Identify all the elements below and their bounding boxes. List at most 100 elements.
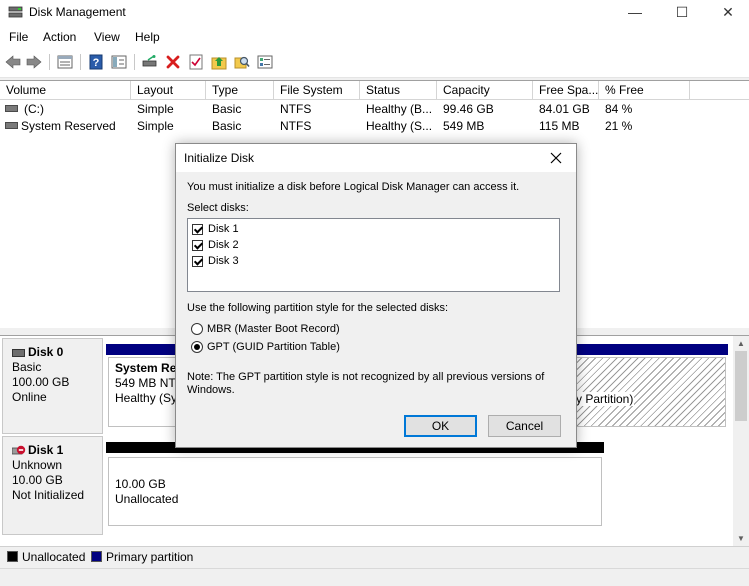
initialize-disk-dialog: Initialize Disk You must initialize a di… [175,143,577,448]
mbr-radio[interactable] [191,323,203,335]
scroll-up-icon[interactable]: ▲ [733,336,749,351]
disk-map-scrollbar[interactable]: ▲ ▼ [733,336,749,546]
column-header-free-space[interactable]: Free Spa... [533,81,599,100]
unallocated-swatch [7,551,18,562]
column-header-type[interactable]: Type [206,81,274,100]
disk-0-name: Disk 0 [28,345,64,359]
minimize-button[interactable]: — [612,0,658,26]
svg-text:?: ? [93,57,100,69]
cell-type: Basic [212,102,242,116]
checklist-icon[interactable] [187,53,205,71]
cancel-button[interactable]: Cancel [488,415,561,437]
gpt-radio-row[interactable]: GPT (GUID Partition Table) [191,339,340,355]
dialog-intro-text: You must initialize a disk before Logica… [187,181,520,193]
cell-status: Healthy (B... [366,102,433,116]
menu-bar: File Action View Help [0,26,749,48]
scroll-thumb[interactable] [735,351,747,421]
gpt-radio[interactable] [191,341,203,353]
disk-1-size: 10.00 GB [12,473,63,487]
partition-name: System Res [115,361,183,375]
disk-2-checkbox-row[interactable]: Disk 2 [192,237,239,253]
gpt-note-line-2: Windows. [187,384,235,396]
column-header-capacity[interactable]: Capacity [437,81,533,100]
scroll-down-icon[interactable]: ▼ [733,531,749,546]
menu-file[interactable]: File [9,30,28,44]
gpt-label: GPT (GUID Partition Table) [207,341,340,353]
disk-select-list: Disk 1 Disk 2 Disk 3 [187,218,560,292]
disk-3-checkbox-row[interactable]: Disk 3 [192,253,239,269]
title-bar: Disk Management — ☐ ✕ [0,0,749,26]
column-header-layout[interactable]: Layout [131,81,206,100]
column-header-file-system[interactable]: File System [274,81,360,100]
cell-layout: Simple [137,119,174,133]
window-title: Disk Management [29,5,126,19]
checkbox-checked[interactable] [192,239,203,251]
menu-action[interactable]: Action [43,30,76,44]
disk-management-icon [8,5,23,19]
cell-file-system: NTFS [280,102,312,116]
mbr-radio-row[interactable]: MBR (Master Boot Record) [191,321,340,337]
legend-unallocated: Unallocated [22,550,86,564]
disk-not-initialized-icon [11,445,26,457]
checkbox-checked[interactable] [192,223,203,235]
disk-1-checkbox-row[interactable]: Disk 1 [192,221,239,237]
unallocated-status: Unallocated [115,492,179,506]
primary-partition-swatch [91,551,102,562]
dialog-close-button[interactable] [544,147,568,169]
partition-style-label: Use the following partition style for th… [187,302,449,314]
disk-0-label[interactable]: Disk 0 Basic 100.00 GB Online [2,338,103,434]
unallocated-space[interactable]: 10.00 GB Unallocated [108,457,602,526]
connect-disk-icon[interactable] [141,53,159,71]
maximize-button[interactable]: ☐ [659,0,705,26]
back-icon[interactable] [4,53,22,71]
help-icon[interactable]: ? [87,53,105,71]
dialog-title: Initialize Disk [184,151,255,165]
column-header-percent-free[interactable]: % Free [599,81,690,100]
column-header-volume[interactable]: Volume [0,81,131,100]
cell-percent-free: 21 % [605,119,633,133]
cell-capacity: 549 MB [443,119,485,133]
legend: Unallocated Primary partition [0,546,749,568]
search-folder-icon[interactable] [233,53,251,71]
volume-icon [5,105,18,112]
close-window-button[interactable]: ✕ [705,0,749,26]
checkbox-checked[interactable] [192,255,203,267]
cell-volume: (C:) [24,102,44,116]
console-tree-icon[interactable] [110,53,128,71]
legend-primary-partition: Primary partition [106,550,194,564]
disk-1-kind: Unknown [12,458,63,472]
c-drive-partition[interactable]: y Partition) [560,357,726,427]
properties-icon[interactable] [56,53,74,71]
disk-1-name: Disk 1 [28,443,64,457]
partition-size: 549 MB NTF [115,376,183,390]
disk-0-state: Online [12,390,47,404]
column-header-filler [690,81,749,100]
settings-list-icon[interactable] [256,53,274,71]
forward-icon[interactable] [25,53,43,71]
cell-percent-free: 84 % [605,102,633,116]
cell-free-space: 115 MB [539,119,580,133]
system-reserved-partition[interactable]: System Res 549 MB NTF Healthy (Sys [108,357,183,427]
partition-status: Healthy (Sys [115,391,183,405]
ok-button[interactable]: OK [404,415,477,437]
folder-up-icon[interactable] [210,53,228,71]
column-header-status[interactable]: Status [360,81,437,100]
disk-option-label: Disk 2 [208,239,239,251]
menu-view[interactable]: View [94,30,120,44]
volume-icon [5,122,18,129]
menu-help[interactable]: Help [135,30,160,44]
toolbar-separator [80,54,81,70]
disk-1-state: Not Initialized [12,488,85,502]
partition-status: y Partition) [575,392,635,406]
cell-volume: System Reserved [21,119,116,133]
cell-layout: Simple [137,102,174,116]
dialog-title-bar: Initialize Disk [176,144,576,172]
cell-type: Basic [212,119,242,133]
toolbar-separator [134,54,135,70]
disk-option-label: Disk 1 [208,223,239,235]
toolbar: ? [0,48,749,78]
disk-1-label[interactable]: Disk 1 Unknown 10.00 GB Not Initialized [2,436,103,535]
delete-icon[interactable] [164,53,182,71]
disk-icon [12,348,25,357]
disk-option-label: Disk 3 [208,255,239,267]
